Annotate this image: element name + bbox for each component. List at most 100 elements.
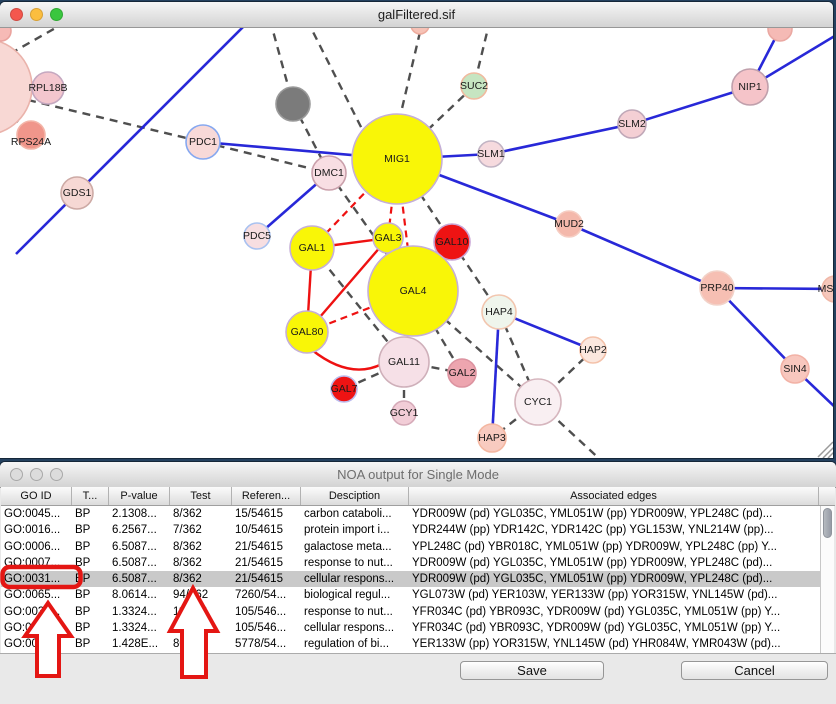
cell: 105/546...: [232, 604, 301, 620]
cancel-button[interactable]: Cancel: [681, 661, 828, 680]
node-label: GAL3: [375, 232, 402, 244]
column-header-t[interactable]: T...: [72, 487, 109, 505]
column-header-referen[interactable]: Referen...: [232, 487, 301, 505]
cell: GO:0050...: [1, 636, 72, 652]
cell: 8/362: [170, 506, 232, 522]
column-header-test[interactable]: Test: [170, 487, 232, 505]
node-stub-topleft[interactable]: [0, 28, 11, 41]
cell: GO:0031...: [1, 604, 72, 620]
window-title: galFiltered.sif: [0, 7, 833, 22]
node-label: GDS1: [63, 187, 92, 199]
cell: 15/54615: [232, 506, 301, 522]
node-gray-node[interactable]: [276, 87, 310, 121]
vertical-scrollbar[interactable]: [820, 506, 834, 653]
cell: BP: [72, 636, 109, 652]
node-label: SLM2: [618, 118, 646, 130]
cell: 6.5087...: [109, 539, 170, 555]
table-row-4[interactable]: GO:0007...BP6.5087...8/36221/54615respon…: [1, 555, 820, 571]
cell: BP: [72, 506, 109, 522]
cell: cellular respons...: [301, 620, 409, 636]
cell: BP: [72, 587, 109, 603]
node-label: GAL11: [388, 356, 420, 368]
node-label: PRP40: [700, 282, 733, 294]
cell: 1.428E...: [109, 636, 170, 652]
edge-dash: [28, 100, 203, 142]
column-header-goid[interactable]: GO ID: [1, 487, 72, 505]
cell: 21/54615: [232, 539, 301, 555]
node-label: GAL1: [299, 242, 326, 254]
cell: BP: [72, 555, 109, 571]
table-row-6[interactable]: GO:0065...BP8.0614...94/3627260/54...bio…: [1, 587, 820, 603]
table-row-3[interactable]: GO:0006...BP6.5087...8/36221/54615galact…: [1, 539, 820, 555]
save-button[interactable]: Save: [460, 661, 604, 680]
cell: response to nut...: [301, 555, 409, 571]
column-header-desciption[interactable]: Desciption: [301, 487, 409, 505]
node-stub-topright[interactable]: [768, 28, 792, 41]
table-row-1[interactable]: GO:0045...BP2.1308...8/36215/54615carbon…: [1, 506, 820, 522]
column-header-associatededges[interactable]: Associated edges: [409, 487, 819, 505]
node-label: MIG1: [384, 153, 410, 165]
network-window: galFiltered.sif RPL18BRPS24AGDS1PDC1MIG1…: [0, 2, 833, 458]
node-label: CYC1: [524, 396, 552, 408]
network-graph: RPL18BRPS24AGDS1PDC1MIG1DMC1SUC2SLM1SLM2…: [0, 28, 833, 458]
cell: GO:0006...: [1, 539, 72, 555]
cell: 6.2567...: [109, 522, 170, 538]
cell: YDR009W (pd) YGL035C, YML051W (pp) YDR00…: [409, 571, 819, 587]
cell: GO:0031...: [1, 620, 72, 636]
table-row-9[interactable]: GO:0050...BP1.428E...80/3625778/54...reg…: [1, 636, 820, 652]
cell: BP: [72, 539, 109, 555]
cell: 6.5087...: [109, 571, 170, 587]
node-label: PDC5: [243, 230, 271, 242]
cell: BP: [72, 571, 109, 587]
cell: GO:0045...: [1, 506, 72, 522]
cell: biological regul...: [301, 587, 409, 603]
edge-dash: [400, 32, 420, 117]
cell: 1.3324...: [109, 604, 170, 620]
table-row-5[interactable]: GO:0031...BP6.5087...8/36221/54615cellul…: [1, 571, 820, 587]
cell: 5778/54...: [232, 636, 301, 652]
table-header: GO IDT...P-valueTestReferen...Desciption…: [1, 487, 835, 506]
desktop: { "desktop_bg": "#24415f", "annotation_c…: [0, 0, 836, 704]
network-window-titlebar[interactable]: galFiltered.sif: [0, 2, 833, 28]
cell: 11/362: [170, 620, 232, 636]
cell: 80/362: [170, 636, 232, 652]
node-label: DMC1: [314, 167, 344, 179]
cell: YPL248C (pd) YBR018C, YML051W (pp) YDR00…: [409, 539, 819, 555]
noa-window-titlebar[interactable]: NOA output for Single Mode: [0, 462, 836, 488]
node-label: GAL4: [400, 285, 427, 297]
cell: response to nut...: [301, 604, 409, 620]
scrollbar-thumb[interactable]: [823, 508, 832, 538]
cell: GO:0031...: [1, 571, 72, 587]
edge-blue: [492, 312, 499, 438]
node-label: GAL2: [449, 367, 476, 379]
cell: 94/362: [170, 587, 232, 603]
node-label: RPL18B: [28, 82, 67, 94]
node-label: MUD2: [554, 218, 584, 230]
node-label: MSI: [818, 283, 833, 295]
cell: galactose meta...: [301, 539, 409, 555]
node-label: SUC2: [460, 80, 488, 92]
cell: 105/546...: [232, 620, 301, 636]
cell: protein import i...: [301, 522, 409, 538]
cell: BP: [72, 604, 109, 620]
resize-grip[interactable]: [818, 442, 833, 458]
node-stub-topmid[interactable]: [411, 28, 429, 34]
cell: 1.3324...: [109, 620, 170, 636]
column-header-pvalue[interactable]: P-value: [109, 487, 170, 505]
cell: 7/362: [170, 522, 232, 538]
cell: 11/362: [170, 604, 232, 620]
noa-output-window: NOA output for Single Mode GO IDT...P-va…: [0, 462, 836, 704]
cell: BP: [72, 522, 109, 538]
network-canvas[interactable]: RPL18BRPS24AGDS1PDC1MIG1DMC1SUC2SLM1SLM2…: [0, 28, 833, 458]
cell: BP: [72, 620, 109, 636]
table-row-2[interactable]: GO:0016...BP6.2567...7/36210/54615protei…: [1, 522, 820, 538]
node-big-left[interactable]: [0, 39, 32, 135]
table-row-7[interactable]: GO:0031...BP1.3324...11/362105/546...res…: [1, 604, 820, 620]
table-row-8[interactable]: GO:0031...BP1.3324...11/362105/546...cel…: [1, 620, 820, 636]
node-label: NIP1: [738, 81, 762, 93]
cell: GO:0007...: [1, 555, 72, 571]
node-label: GAL80: [291, 326, 324, 338]
header-corner: [819, 487, 833, 505]
cell: cellular respons...: [301, 571, 409, 587]
cell: 8/362: [170, 571, 232, 587]
